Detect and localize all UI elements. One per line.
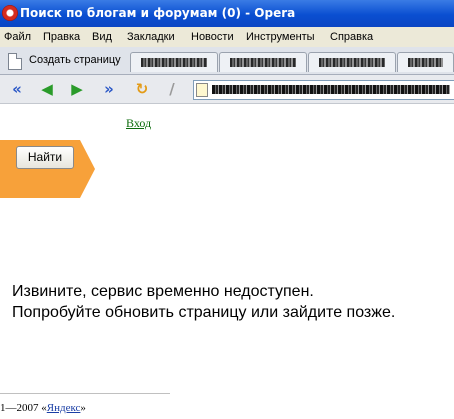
menu-news[interactable]: Новости bbox=[191, 27, 234, 47]
reload-icon[interactable]: ↻ bbox=[133, 81, 151, 97]
tab-1[interactable] bbox=[130, 52, 218, 72]
login-link[interactable]: Вход bbox=[126, 116, 151, 131]
new-page-icon bbox=[8, 53, 22, 70]
error-message-line2: Попробуйте обновить страницу или зайдите… bbox=[12, 304, 396, 321]
rewind-icon[interactable]: « bbox=[8, 81, 26, 97]
menu-edit[interactable]: Правка bbox=[43, 27, 80, 47]
menu-bar: Файл Правка Вид Закладки Новости Инструм… bbox=[0, 27, 454, 47]
footer: 1—2007 «Яндекс» bbox=[0, 402, 86, 414]
tab-3[interactable] bbox=[308, 52, 396, 72]
find-button[interactable]: Найти bbox=[16, 146, 74, 169]
obscured-tab-title bbox=[230, 58, 296, 67]
forward-icon[interactable]: ▶ bbox=[68, 81, 86, 97]
menu-view[interactable]: Вид bbox=[92, 27, 112, 47]
address-bar[interactable] bbox=[193, 80, 454, 100]
opera-logo-icon bbox=[2, 5, 18, 21]
tab-2[interactable] bbox=[219, 52, 307, 72]
menu-bookmarks[interactable]: Закладки bbox=[127, 27, 175, 47]
navigation-toolbar: « ◀ ▶ » ↻ / bbox=[0, 75, 454, 104]
menu-help[interactable]: Справка bbox=[330, 27, 373, 47]
obscured-url bbox=[212, 85, 450, 94]
page-content: Вход Найти Извините, сервис временно нед… bbox=[0, 104, 454, 419]
yandex-link[interactable]: Яндекс bbox=[47, 402, 81, 414]
menu-file[interactable]: Файл bbox=[4, 27, 31, 47]
footer-quote: » bbox=[80, 402, 86, 414]
tab-4[interactable] bbox=[397, 52, 454, 72]
edit-icon[interactable]: / bbox=[163, 81, 181, 97]
back-icon[interactable]: ◀ bbox=[38, 81, 56, 97]
tab-bar: Создать страницу bbox=[0, 47, 454, 75]
new-page-label: Создать страницу bbox=[29, 54, 121, 66]
error-message-line1: Извините, сервис временно недоступен. bbox=[12, 283, 314, 300]
new-page-button[interactable]: Создать страницу bbox=[2, 50, 126, 71]
page-icon bbox=[196, 83, 208, 97]
footer-divider bbox=[0, 393, 170, 394]
obscured-tab-title bbox=[141, 58, 207, 67]
window-titlebar[interactable]: Поиск по блогам и форумам (0) - Opera bbox=[0, 0, 454, 27]
fast-forward-icon[interactable]: » bbox=[100, 81, 118, 97]
obscured-tab-title bbox=[408, 58, 443, 67]
menu-tools[interactable]: Инструменты bbox=[246, 27, 315, 47]
footer-copyright: 1—2007 « bbox=[0, 402, 47, 414]
window-title: Поиск по блогам и форумам (0) - Opera bbox=[20, 6, 296, 20]
obscured-tab-title bbox=[319, 58, 385, 67]
